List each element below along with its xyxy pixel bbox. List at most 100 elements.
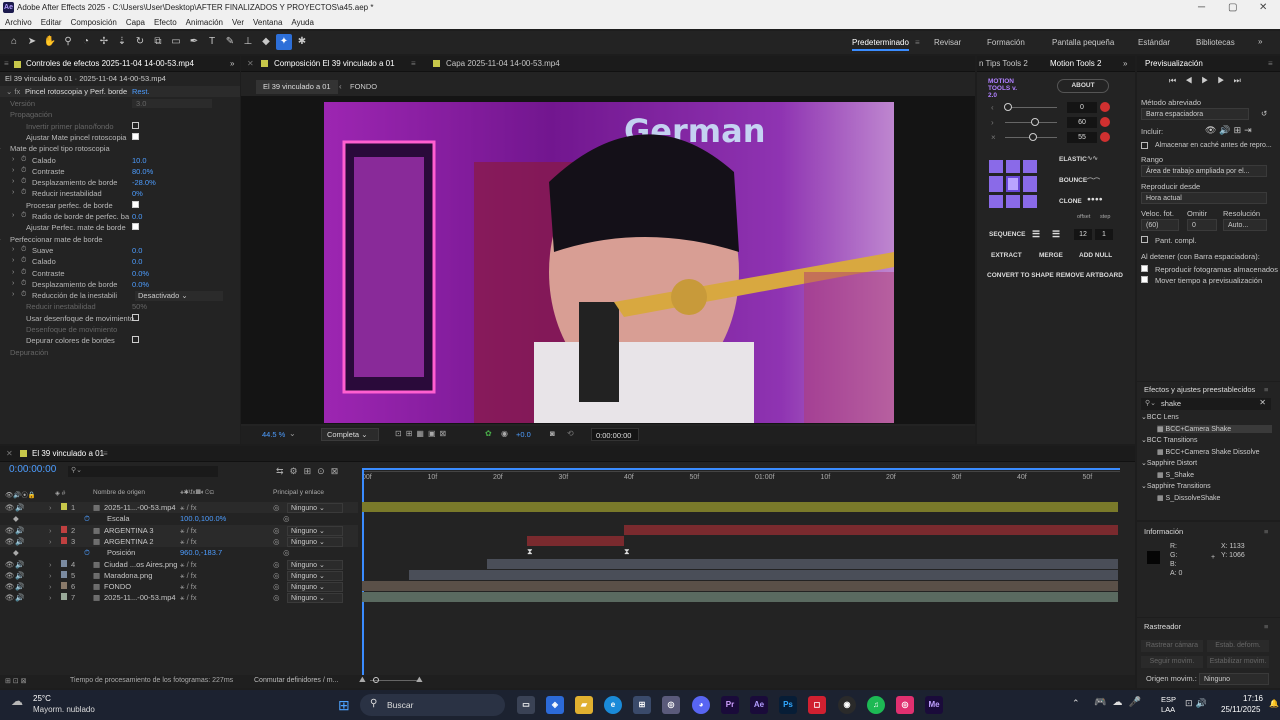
stabilize-motion-button[interactable]: Estabilizar movim. <box>1207 656 1269 668</box>
rectangle-tool-icon[interactable]: ▭ <box>168 34 184 50</box>
type-tool-icon[interactable]: T <box>204 34 220 50</box>
effect-property-row[interactable]: ⌄ Perfeccionar mate de borde <box>0 234 238 245</box>
layer-name[interactable]: ARGENTINA 3 <box>104 526 154 535</box>
workspace-estandar[interactable]: Estándar <box>1138 38 1170 47</box>
layer-bar[interactable] <box>362 502 1118 512</box>
slider-handle-3[interactable] <box>1029 133 1037 141</box>
range-select[interactable]: Área de trabajo ampliada por el... <box>1141 165 1267 177</box>
effect-category[interactable]: ⌄BCC Transitions <box>1141 436 1197 444</box>
elastic-button[interactable]: ELASTIC <box>1059 156 1087 163</box>
minimize-icon[interactable]: ─ <box>1198 2 1205 13</box>
home-icon[interactable]: ⌂ <box>6 34 22 50</box>
property-value[interactable]: Desactivado ⌄ <box>135 291 223 302</box>
weather-desc[interactable]: Mayorm. nublado <box>33 705 95 714</box>
effect-property-row[interactable]: Depurar colores de bordes <box>0 335 238 346</box>
effect-property-row[interactable]: › ⏱ Contraste 80.0% <box>0 166 238 177</box>
merge-button[interactable]: MERGE <box>1039 252 1063 259</box>
copilot-icon[interactable]: ◈ <box>546 696 564 714</box>
visibility-icon[interactable]: 👁 <box>5 537 15 546</box>
zoom-in-icon[interactable]: ⛰ <box>416 675 423 685</box>
expand-icon[interactable]: › <box>49 571 52 580</box>
eraser-tool-icon[interactable]: ◆ <box>258 34 274 50</box>
effect-property-row[interactable]: Invertir primer plano/fondo <box>0 121 238 132</box>
clear-search-icon[interactable]: ✕ <box>1259 398 1266 407</box>
effect-category[interactable]: ⌄BCC Lens <box>1141 413 1179 421</box>
comp-timecode[interactable]: 0:00:00:00 <box>591 428 639 441</box>
align-left-icon[interactable]: ☰ <box>1032 229 1040 240</box>
view-options-icons[interactable]: ⊡⊞▦▣⊠ <box>395 429 450 438</box>
audio-icon[interactable]: 🔊 <box>15 582 24 591</box>
extract-button[interactable]: EXTRACT <box>991 252 1022 259</box>
audio-icon[interactable]: 🔊 <box>15 560 24 569</box>
table-row[interactable]: 👁 🔊 › 2 ▦ ARGENTINA 3 ⚹ / fx ◎ Ninguno ⌄ <box>0 524 358 536</box>
effect-category[interactable]: ⌄Sapphire Transitions <box>1141 482 1211 490</box>
spotify-icon[interactable]: ♫ <box>867 696 885 714</box>
motion-origin-select[interactable]: Ninguno <box>1199 673 1269 685</box>
effect-property-row[interactable]: Desenfoque de movimiento <box>0 324 238 335</box>
expand-icon[interactable]: › <box>49 582 52 591</box>
property-value[interactable]: -28.0% <box>132 178 156 187</box>
effect-property-row[interactable]: Ajustar Perfec. mate de borde <box>0 222 238 233</box>
effect-property-row[interactable]: › ⏱ Contraste 0.0% <box>0 268 238 279</box>
anchor-cell[interactable] <box>989 175 1003 193</box>
effect-property-row[interactable]: Reducir inestabilidad 50% <box>0 301 238 312</box>
property-checkbox[interactable] <box>132 223 139 231</box>
pickwhip-icon[interactable]: ◎ <box>273 593 280 602</box>
audio-icon[interactable]: 🔊 <box>15 537 24 546</box>
effect-property-row[interactable]: Usar desenfoque de movimiento <box>0 313 238 324</box>
cache-checkbox[interactable] <box>1141 142 1148 149</box>
breadcrumb-comp[interactable]: El 39 vinculado a 01 <box>256 80 338 94</box>
effect-property-row[interactable]: › ⏱ Suave 0.0 <box>0 245 238 256</box>
expand-icon[interactable]: › <box>12 246 14 253</box>
property-checkbox[interactable] <box>132 121 139 129</box>
puppet-tool-icon[interactable]: ✱ <box>294 34 310 50</box>
show-snapshot-icon[interactable]: ⟲ <box>567 429 574 438</box>
record-icon-1[interactable] <box>1100 102 1110 112</box>
effect-property-row[interactable]: Versión 3.0 <box>0 98 238 109</box>
label-color[interactable] <box>61 536 67 544</box>
visibility-icon[interactable]: 👁 <box>5 593 15 602</box>
exposure-value[interactable]: +0.0 <box>516 430 531 439</box>
time-ruler[interactable]: 00f 10f 20f 30f 40f 50f 01:00f 10f 20f 30f 40f 50f <box>362 472 1120 486</box>
more-panels-icon[interactable]: » <box>230 59 234 68</box>
clone-stamp-tool-icon[interactable]: ⊥ <box>240 34 256 50</box>
edge-icon[interactable]: e <box>604 696 622 714</box>
property-value[interactable]: 10.0 <box>132 156 147 165</box>
effect-property-row[interactable]: ›Propagación <box>0 109 238 120</box>
table-row[interactable]: 👁 🔊 › 4 ▦ Ciudad ...os Aires.png ⚹ / fx ◎ Ningun… <box>0 559 358 570</box>
rotate-tool-icon[interactable]: ↻ <box>132 34 148 50</box>
parent-select[interactable]: Ninguno ⌄ <box>287 593 343 604</box>
menu-composicion[interactable]: Composición <box>71 18 117 27</box>
layer-switches[interactable]: ⚹ / fx <box>180 593 197 603</box>
expand-icon[interactable]: › <box>12 189 14 196</box>
layer-name[interactable]: Maradona.png <box>104 571 152 580</box>
reset-shortcut-icon[interactable]: ↺ <box>1261 109 1267 118</box>
expand-icon[interactable]: › <box>49 526 52 535</box>
skip-select[interactable]: 0 <box>1187 219 1217 231</box>
status-icons[interactable]: ⊞ ⊡ ⊠ <box>5 677 27 685</box>
effect-property-row[interactable]: › ⏱ Desplazamiento de borde 0.0% <box>0 279 238 290</box>
instagram-icon[interactable]: ◎ <box>896 696 914 714</box>
tab-effect-controls[interactable]: Controles de efectos 2025-11-04 14-00-53… <box>26 59 194 68</box>
tab-tips-tools[interactable]: n Tips Tools 2 <box>979 59 1028 68</box>
dolly-tool-icon[interactable]: ⇣ <box>114 34 130 50</box>
expand-icon[interactable]: › <box>49 537 52 546</box>
about-button[interactable]: ABOUT <box>1057 79 1109 93</box>
keyframe-nav-icon[interactable]: ◆ <box>13 548 19 557</box>
layer-name[interactable]: Ciudad ...os Aires.png <box>104 560 177 569</box>
maximize-icon[interactable]: ▢ <box>1228 2 1237 13</box>
property-checkbox[interactable] <box>132 313 139 321</box>
notifications-icon[interactable]: 🔔 <box>1269 699 1279 708</box>
property-value[interactable]: 0.0 <box>132 246 142 255</box>
play-from-select[interactable]: Hora actual <box>1141 192 1267 204</box>
effects-search-input[interactable]: ⚲⌄ shake ✕ <box>1141 398 1271 410</box>
stopwatch-icon[interactable]: ⏱ <box>84 548 90 558</box>
pickwhip-icon[interactable]: ◎ <box>283 514 290 523</box>
parent-select[interactable]: Ninguno ⌄ <box>287 525 343 536</box>
visibility-icon[interactable]: 👁 <box>5 526 15 535</box>
expand-icon[interactable]: › <box>49 593 52 602</box>
stopwatch-icon[interactable]: ⏱ <box>21 269 26 277</box>
layer-name[interactable]: 2025-11...-00-53.mp4 <box>104 503 176 512</box>
warp-stabilizer-button[interactable]: Estab. deform. <box>1207 640 1269 652</box>
workspace-formacion[interactable]: Formación <box>987 38 1025 47</box>
